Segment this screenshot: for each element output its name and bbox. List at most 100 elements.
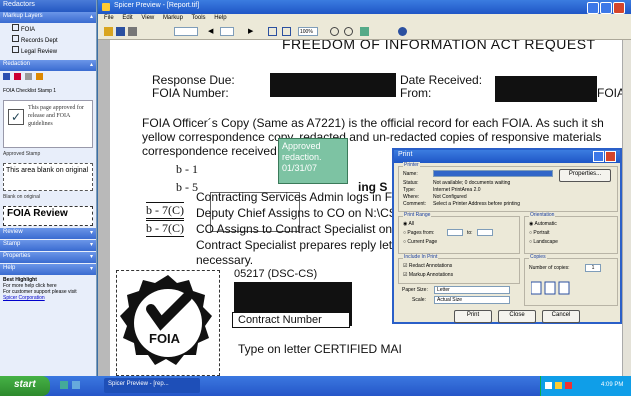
- collate-icon: [530, 281, 591, 295]
- doc-paragraph-line: correspondence received or.: [142, 144, 294, 158]
- doc-paragraph-line: FOIA Officer´s Copy (Same as A7221) is t…: [142, 116, 604, 130]
- range-current-radio[interactable]: ○ Current Page: [403, 239, 437, 245]
- zoom-select[interactable]: 100%: [298, 27, 318, 36]
- copies-input[interactable]: 1: [585, 264, 601, 272]
- checkbox-icon[interactable]: [12, 35, 19, 42]
- close-button[interactable]: [613, 2, 625, 14]
- menu-edit[interactable]: Edit: [122, 15, 132, 21]
- orient-portrait-radio[interactable]: ○ Portrait: [529, 230, 550, 236]
- fit-page-icon[interactable]: [268, 27, 277, 36]
- stamp-icon[interactable]: [25, 73, 32, 80]
- menu-markup[interactable]: Markup: [163, 15, 183, 21]
- vertical-scrollbar[interactable]: [622, 40, 631, 376]
- quick-launch-icon[interactable]: [60, 381, 68, 389]
- print-icon[interactable]: [128, 27, 137, 36]
- quick-launch-icon[interactable]: [72, 381, 80, 389]
- checkbox-icon[interactable]: [12, 46, 19, 53]
- user-icon[interactable]: [36, 73, 43, 80]
- maximize-button[interactable]: [600, 2, 612, 14]
- checkmark-icon: ✓: [8, 109, 24, 125]
- close-button[interactable]: [605, 151, 616, 162]
- next-page-icon[interactable]: ▶: [248, 27, 256, 36]
- left-pane-title: Redactors: [0, 0, 96, 12]
- copies-group: Copies Number of copies: 1: [524, 254, 618, 306]
- collapse-icon[interactable]: ▴: [90, 61, 93, 70]
- left-pane: Redactors Markup Layers ▴ FOIA Records De…: [0, 0, 97, 376]
- seal-badge-icon: [120, 275, 212, 365]
- fit-width-icon[interactable]: [282, 27, 291, 36]
- procedure-line: Contracting Services Admin logs in FOI: [196, 190, 405, 204]
- open-icon[interactable]: [104, 27, 113, 36]
- section-help[interactable]: Help ▾: [0, 264, 96, 275]
- expand-icon[interactable]: ▾: [90, 253, 93, 262]
- redact-annotations-checkbox[interactable]: ☑ Redact Annotations: [403, 263, 452, 269]
- redaction-box[interactable]: [495, 76, 597, 102]
- section-stamp[interactable]: Stamp ▾: [0, 240, 96, 251]
- approved-stamp-preview[interactable]: ✓ This page approved for release and FOI…: [3, 100, 93, 148]
- taskbar-window-button[interactable]: Spicer Preview - [rep...: [104, 378, 200, 393]
- expand-icon[interactable]: ▾: [90, 241, 93, 250]
- save-icon[interactable]: [116, 27, 125, 36]
- section-review[interactable]: Review ▾: [0, 228, 96, 239]
- main-toolbar: ◀ ▶ 100%: [98, 24, 631, 40]
- layer-item[interactable]: Records Dept: [0, 34, 96, 45]
- help-icon[interactable]: [398, 27, 407, 36]
- expand-icon[interactable]: ▾: [90, 229, 93, 238]
- paper-size-select[interactable]: Letter: [434, 286, 510, 294]
- layer-item[interactable]: FOIA: [0, 23, 96, 34]
- range-to-input[interactable]: [477, 229, 493, 236]
- page-select[interactable]: [174, 27, 198, 36]
- menu-view[interactable]: View: [141, 15, 154, 21]
- menu-help[interactable]: Help: [214, 15, 226, 21]
- menu-bar: File Edit View Markup Tools Help: [98, 14, 631, 24]
- help-button[interactable]: [593, 151, 604, 162]
- menu-tools[interactable]: Tools: [192, 15, 206, 21]
- tray-icon[interactable]: [565, 382, 572, 389]
- orient-landscape-radio[interactable]: ○ Landscape: [529, 239, 558, 245]
- minimize-button[interactable]: [587, 2, 599, 14]
- orient-auto-radio[interactable]: ◉ Automatic: [529, 221, 557, 227]
- expand-icon[interactable]: ▾: [90, 265, 93, 274]
- markup-annotations-checkbox[interactable]: ☑ Markup Annotations: [403, 272, 453, 278]
- printer-name-select[interactable]: [433, 170, 553, 177]
- zoom-out-icon[interactable]: [344, 27, 353, 36]
- pencil-icon[interactable]: [14, 73, 21, 80]
- properties-button[interactable]: Properties...: [559, 169, 611, 182]
- markup-layers-header[interactable]: Markup Layers ▴: [0, 12, 96, 23]
- foia-number-label: FOIA Number:: [152, 86, 229, 100]
- tray-icon[interactable]: [555, 382, 562, 389]
- page-number-input[interactable]: [220, 27, 234, 36]
- redaction-box[interactable]: [270, 73, 396, 97]
- close-dialog-button[interactable]: Close: [498, 310, 536, 323]
- scale-select[interactable]: Actual Size: [434, 296, 510, 304]
- doc-paragraph-line: yellow correspondence copy, redacted and…: [142, 130, 602, 144]
- collapse-icon[interactable]: ▴: [90, 13, 93, 22]
- procedure-line: Contract Specialist prepares reply lette…: [196, 238, 407, 252]
- app-icon: [102, 3, 110, 11]
- menu-file[interactable]: File: [104, 15, 114, 21]
- zoom-in-icon[interactable]: [330, 27, 339, 36]
- section-properties[interactable]: Properties ▾: [0, 252, 96, 263]
- foia-review-stamp[interactable]: FOIA Review: [3, 206, 93, 226]
- redaction-code: b - 1: [176, 162, 198, 176]
- checkbox-icon[interactable]: [12, 24, 19, 31]
- help-link[interactable]: Spicer Corporation: [3, 295, 93, 301]
- redaction-header[interactable]: Redaction ▴: [0, 60, 96, 71]
- foia-seal-stamp[interactable]: FOIA: [116, 270, 220, 376]
- tray-icon[interactable]: [545, 382, 552, 389]
- cancel-button[interactable]: Cancel: [542, 310, 580, 323]
- blank-area-stamp[interactable]: This area blank on original: [3, 163, 93, 191]
- approval-note[interactable]: Approved redaction. 01/31/07: [278, 138, 348, 184]
- doc-heading: FREEDOM OF INFORMATION ACT REQUEST: [282, 40, 596, 52]
- orientation-group: Orientation ◉ Automatic ○ Portrait ○ Lan…: [524, 212, 618, 254]
- layer-item[interactable]: Legal Review: [0, 45, 96, 56]
- range-pages-radio[interactable]: ○ Pages from:: [403, 230, 434, 236]
- rotate-icon[interactable]: [360, 27, 369, 36]
- print-button[interactable]: Print: [454, 310, 492, 323]
- prev-page-icon[interactable]: ◀: [208, 27, 216, 36]
- start-button[interactable]: start: [0, 376, 50, 396]
- redaction-code: b - 5: [176, 180, 198, 194]
- highlight-icon[interactable]: [3, 73, 10, 80]
- range-all-radio[interactable]: ◉ All: [403, 221, 414, 227]
- range-from-input[interactable]: [447, 229, 463, 236]
